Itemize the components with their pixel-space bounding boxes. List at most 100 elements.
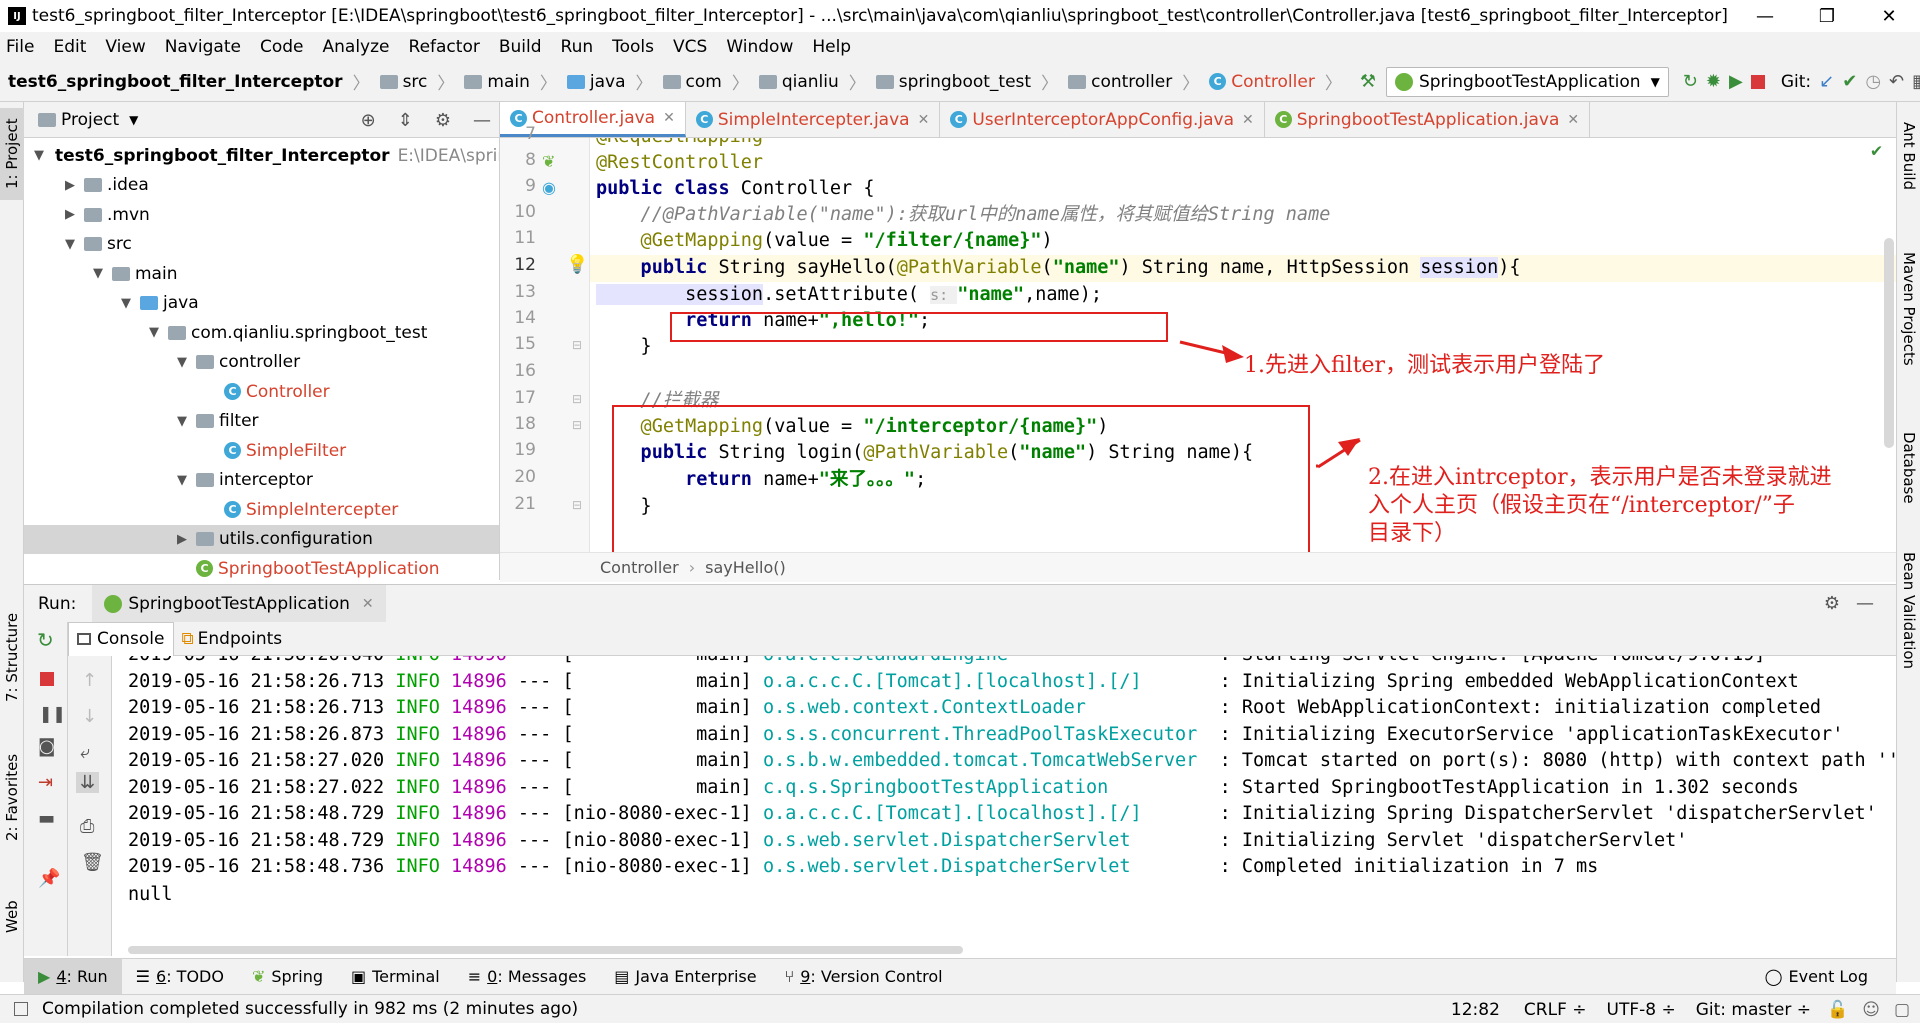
chevron-down-icon[interactable]: ▼ <box>90 266 106 281</box>
chevron-down-icon[interactable]: ▼ <box>62 237 78 252</box>
pin-icon[interactable]: 📌 <box>38 868 60 889</box>
scroll-to-end-icon[interactable]: ⇊ <box>76 772 100 793</box>
tool-tab-version-control[interactable]: ⑂ 9: Version Control <box>771 959 957 995</box>
print-icon[interactable]: ⎙ <box>80 816 94 837</box>
tree-item[interactable]: C SimpleFilter <box>24 436 499 466</box>
layout-icon[interactable]: ▬ <box>38 808 55 829</box>
fold-marker-icon[interactable]: ⊟ <box>572 418 582 432</box>
tab-console[interactable]: Console <box>68 621 174 656</box>
chevron-down-icon[interactable]: ▼ <box>118 296 134 311</box>
restore-button[interactable]: ❐ <box>1796 0 1858 32</box>
collapse-all-icon[interactable]: ⇕ <box>398 110 413 131</box>
close-button[interactable]: ✕ <box>1858 0 1920 32</box>
tool-tab-bean-validation[interactable]: Bean Validation <box>1897 552 1920 702</box>
menu-window[interactable]: Window <box>726 37 793 57</box>
breadcrumb-main[interactable]: main 〉 <box>464 69 557 94</box>
spring-bean-icon[interactable]: ❦ <box>542 152 555 171</box>
tool-tab-run[interactable]: ▶ 4: Run <box>24 958 122 995</box>
fold-marker-icon[interactable]: ⊟ <box>572 498 582 512</box>
menu-navigate[interactable]: Navigate <box>165 37 241 57</box>
spring-bean-icon[interactable]: ◉ <box>542 178 556 197</box>
tab-springboottestapplication-java[interactable]: C SpringbootTestApplication.java ✕ <box>1265 102 1591 137</box>
breadcrumb-com[interactable]: com 〉 <box>662 69 749 94</box>
tab-simpleintercepter-java[interactable]: C SimpleIntercepter.java ✕ <box>686 102 941 137</box>
pause-icon[interactable]: ❚❚ <box>39 704 66 723</box>
locate-icon[interactable]: ⊕ <box>361 110 376 131</box>
menu-code[interactable]: Code <box>260 37 304 57</box>
inspector-icon[interactable]: ☺ <box>1862 1000 1880 1020</box>
close-icon[interactable]: ✕ <box>362 596 374 612</box>
inspection-ok-icon[interactable]: ✔ <box>1871 140 1882 161</box>
tree-item[interactable]: ▶ .mvn <box>24 200 499 230</box>
tree-item[interactable]: ▼ interceptor <box>24 466 499 496</box>
tree-item[interactable]: ▶ utils.configuration <box>24 524 499 554</box>
arrow-down-icon[interactable]: ↓ <box>82 706 97 727</box>
chevron-right-icon[interactable]: ▶ <box>174 532 190 547</box>
trash-icon[interactable]: 🗑 <box>81 852 104 873</box>
vcs-update-icon[interactable]: ↙ <box>1819 70 1834 94</box>
tree-item[interactable]: C SpringbootTestApplication <box>24 554 499 584</box>
exit-icon[interactable]: ⇥ <box>38 772 53 793</box>
tool-tab-event-log[interactable]: ◯ Event Log <box>1751 959 1882 995</box>
run-configuration-select[interactable]: SpringbootTestApplication ▼ <box>1385 66 1669 97</box>
chevron-down-icon[interactable]: ▼ <box>146 325 162 340</box>
editor-crumb-method[interactable]: sayHello() <box>705 558 786 577</box>
notification-icon[interactable]: ▢ <box>1894 1000 1910 1020</box>
tab-userinterceptorappconfig-java[interactable]: C UserInterceptorAppConfig.java ✕ <box>940 102 1265 137</box>
editor-crumb-class[interactable]: Controller <box>600 558 679 577</box>
camera-icon[interactable]: ◙ <box>38 736 55 757</box>
line-separator[interactable]: CRLF ÷ <box>1524 1000 1587 1020</box>
tool-tab-ant-build[interactable]: Ant Build <box>1897 122 1920 222</box>
gear-icon[interactable]: ⚙ <box>1824 593 1840 614</box>
tool-tab-spring[interactable]: ❦ Spring <box>238 959 337 995</box>
gear-icon[interactable]: ⚙ <box>435 110 451 131</box>
tree-item[interactable]: ▼ com.qianliu.springboot_test <box>24 318 499 348</box>
tool-tab-todo[interactable]: ☰ 6: TODO <box>122 959 238 995</box>
breadcrumb-project[interactable]: test6_springboot_filter_Interceptor 〉 <box>8 69 370 95</box>
fold-marker-icon[interactable]: ⊟ <box>572 260 582 274</box>
vcs-commit-icon[interactable]: ✔ <box>1842 70 1857 94</box>
tool-tab-terminal[interactable]: ▣ Terminal <box>337 959 454 995</box>
chevron-down-icon[interactable]: ▼ <box>174 355 190 370</box>
breadcrumb-src[interactable]: src 〉 <box>379 69 454 94</box>
run-config-tab[interactable]: SpringbootTestApplication ✕ <box>92 584 386 623</box>
menu-file[interactable]: File <box>6 37 34 57</box>
tree-item[interactable]: ▶ .idea <box>24 171 499 201</box>
project-view-select[interactable]: Project <box>61 110 119 130</box>
close-icon[interactable]: ✕ <box>663 110 675 126</box>
tool-tab-java-enterprise[interactable]: ▤ Java Enterprise <box>600 959 770 995</box>
chevron-down-icon[interactable]: ▼ <box>174 414 190 429</box>
debug-icon[interactable]: ✹ <box>1706 70 1721 94</box>
menu-tools[interactable]: Tools <box>612 37 654 57</box>
tab-endpoints[interactable]: ⧉ Endpoints <box>174 622 291 656</box>
build-hammer-icon[interactable]: ⚒ <box>1360 70 1376 94</box>
tool-tab-project[interactable]: 1: Project <box>0 108 24 200</box>
tree-item[interactable]: ▼ src <box>24 230 499 260</box>
chevron-down-icon[interactable]: ▼ <box>129 113 138 127</box>
minimize-button[interactable]: — <box>1734 0 1796 32</box>
status-message[interactable]: Compilation completed successfully in 98… <box>42 999 578 1019</box>
file-encoding[interactable]: UTF-8 ÷ <box>1607 1000 1676 1020</box>
menu-run[interactable]: Run <box>561 37 594 57</box>
project-structure-icon[interactable]: ▦ <box>1912 70 1920 94</box>
close-icon[interactable]: ✕ <box>1242 112 1254 128</box>
console-output[interactable]: 2019-05-16 21:58:26.640 INFO 14896 --- [… <box>112 656 1896 956</box>
tree-item[interactable]: ▼ filter <box>24 407 499 437</box>
breadcrumb-springboot-test[interactable]: springboot_test 〉 <box>875 69 1058 94</box>
menu-refactor[interactable]: Refactor <box>409 37 480 57</box>
menu-edit[interactable]: Edit <box>53 37 86 57</box>
tree-item[interactable]: ▼ java <box>24 289 499 319</box>
breadcrumb-java[interactable]: java 〉 <box>566 69 653 94</box>
vcs-history-icon[interactable]: ◷ <box>1865 70 1881 94</box>
console-horizontal-scrollbar[interactable] <box>128 946 963 954</box>
cursor-position[interactable]: 12:82 <box>1451 1000 1500 1020</box>
chevron-down-icon[interactable]: ▼ <box>34 148 44 163</box>
tool-tab-maven[interactable]: Maven Projects <box>1897 252 1920 422</box>
menu-build[interactable]: Build <box>499 37 542 57</box>
close-icon[interactable]: ✕ <box>1567 112 1579 128</box>
menu-vcs[interactable]: VCS <box>673 37 707 57</box>
fold-marker-icon[interactable]: ⊟ <box>572 392 582 406</box>
fold-marker-icon[interactable]: ⊟ <box>572 338 582 352</box>
tree-item[interactable]: C SimpleIntercepter <box>24 495 499 525</box>
tool-tab-web[interactable]: Web <box>0 882 24 952</box>
